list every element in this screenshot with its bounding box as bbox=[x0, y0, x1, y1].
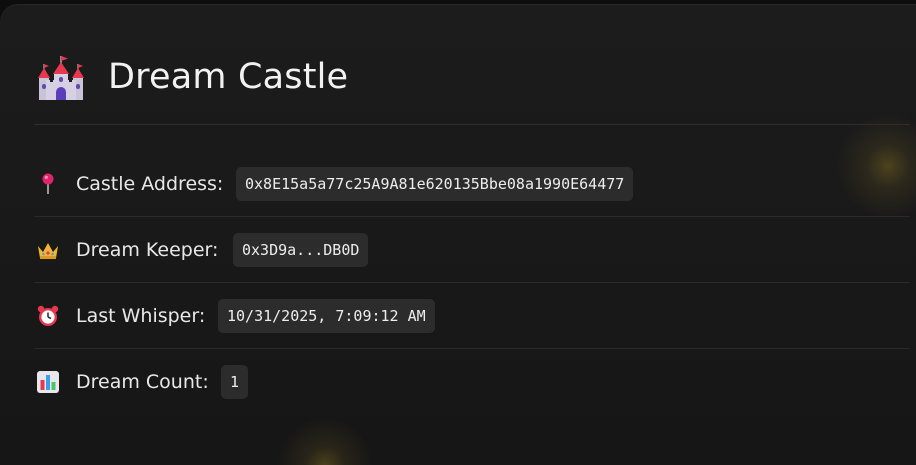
castle-icon bbox=[38, 56, 84, 100]
castle-address-value: 0x8E15a5a77c25A9A81e620135Bbe08a1990E644… bbox=[236, 167, 634, 201]
crown-icon bbox=[38, 243, 58, 259]
card-header: Dream Castle bbox=[34, 40, 910, 125]
dream-castle-card: Dream Castle Castle Address: 0x8E15a5a77… bbox=[0, 4, 916, 465]
pushpin-icon bbox=[42, 173, 54, 194]
castle-address-row: Castle Address: 0x8E15a5a77c25A9A81e6201… bbox=[34, 150, 910, 217]
dream-keeper-row: Dream Keeper: 0x3D9a...DB0D bbox=[34, 216, 910, 283]
dream-count-label: Dream Count: bbox=[76, 371, 209, 393]
alarm-clock-icon bbox=[37, 305, 59, 326]
last-whisper-value: 10/31/2025, 7:09:12 AM bbox=[218, 299, 435, 333]
dream-count-row: Dream Count: 1 bbox=[34, 348, 910, 414]
dream-keeper-label: Dream Keeper: bbox=[76, 239, 219, 261]
dream-count-value: 1 bbox=[221, 365, 249, 399]
castle-address-label: Castle Address: bbox=[76, 173, 224, 195]
dream-keeper-value: 0x3D9a...DB0D bbox=[233, 233, 369, 267]
bar-chart-icon bbox=[37, 371, 59, 393]
page-title: Dream Castle bbox=[108, 57, 349, 97]
last-whisper-label: Last Whisper: bbox=[76, 305, 206, 327]
last-whisper-row: Last Whisper: 10/31/2025, 7:09:12 AM bbox=[34, 282, 910, 349]
